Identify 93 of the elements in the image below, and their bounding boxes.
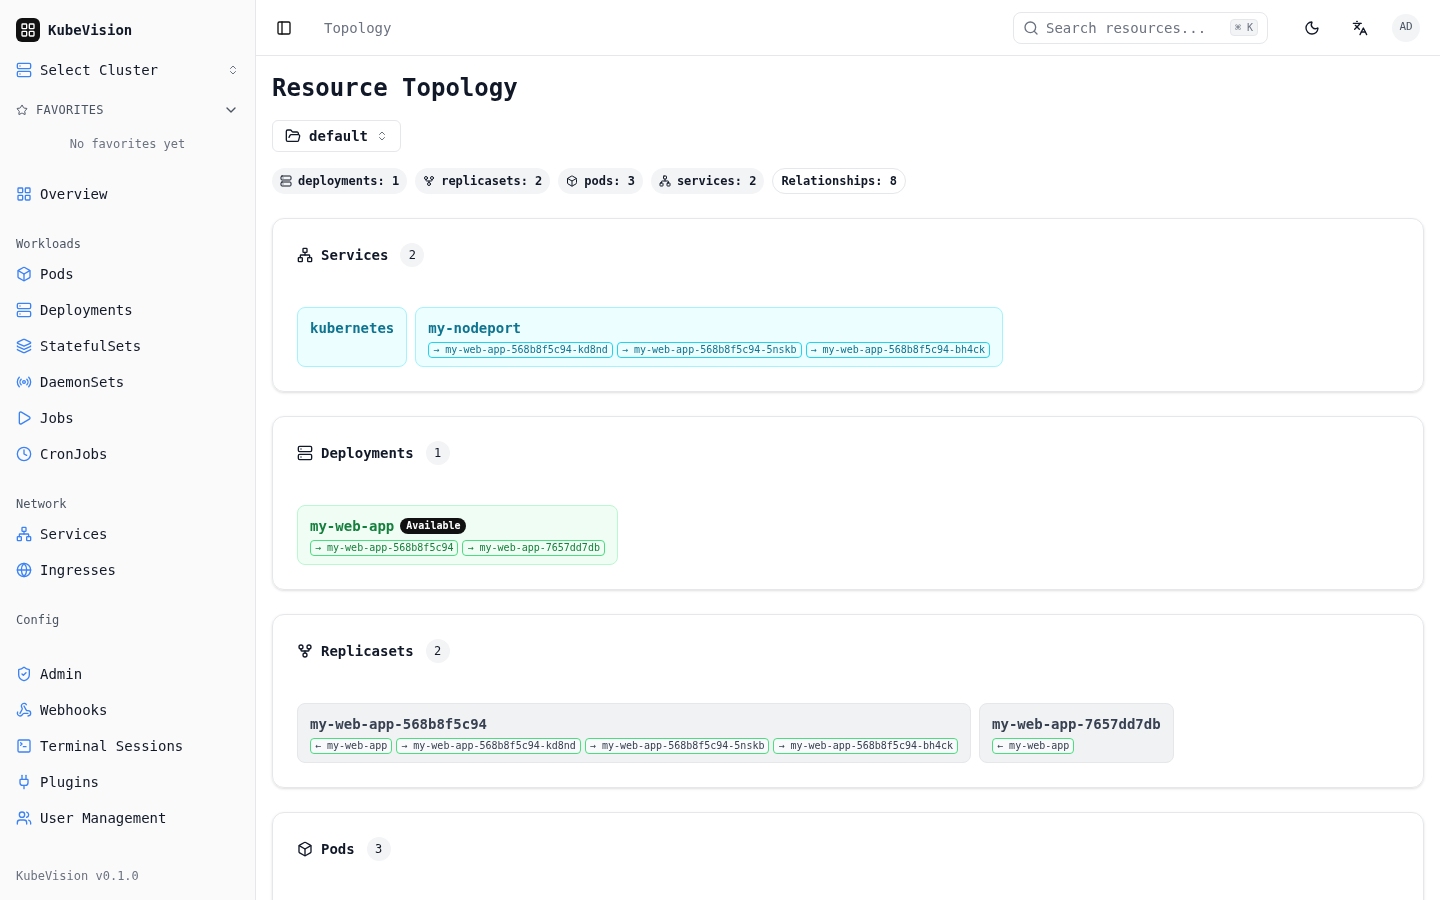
server-icon <box>280 175 292 187</box>
chevrons-icon <box>376 130 388 142</box>
count-badge: 2 <box>400 243 425 267</box>
cluster-select[interactable]: Select Cluster <box>0 52 255 88</box>
branch-icon <box>423 175 436 187</box>
count-badge: 3 <box>366 837 391 861</box>
star-icon <box>16 104 28 116</box>
sidebar-item[interactable]: Admin <box>0 656 255 692</box>
section-title: Replicasets <box>321 642 414 661</box>
sidebar-item[interactable]: Jobs <box>0 400 255 436</box>
resource-card[interactable]: my-nodeport → my-web-app-568b8f5c94-kd8nd → my-web-app-568b8f5c94-5nskb → my-web-app-568b8f5c94-bh4ck <box>415 307 1004 367</box>
moon-icon[interactable] <box>1304 19 1320 36</box>
cube-icon <box>16 266 32 282</box>
resource-card[interactable]: kubernetes <box>297 307 408 367</box>
favorites-header[interactable]: FAVORITES <box>0 92 255 128</box>
branch-icon <box>297 643 313 659</box>
sidebar-item[interactable]: Terminal Sessions <box>0 728 255 764</box>
namespace-select[interactable]: default <box>272 120 401 152</box>
resource-card[interactable]: my-web-app-568b8f5c94 ← my-web-app → my-web-app-568b8f5c94-kd8nd → my-web-app-568b8f5c94-5nskb → my-web-app-568b8f5c94-bh4ck <box>297 703 972 763</box>
server-icon <box>297 445 313 461</box>
empty-favorites-text: No favorites yet <box>68 136 187 153</box>
resource-name: my-nodeport <box>428 319 521 338</box>
relation-tag[interactable]: → my-web-app-7657dd7db <box>462 540 605 556</box>
stat-chip: services: 2 <box>650 168 765 194</box>
network-icon <box>297 247 313 263</box>
broadcast-icon <box>16 374 32 390</box>
sidebar-item[interactable]: StatefulSets <box>0 328 255 364</box>
avatar[interactable]: AD <box>1392 13 1420 42</box>
status-badge: Available <box>400 518 467 534</box>
network-icon <box>658 175 671 187</box>
sidebar-item[interactable]: DaemonSets <box>0 364 255 400</box>
folder-icon <box>285 128 301 144</box>
relation-tag[interactable]: → my-web-app-568b8f5c94-kd8nd <box>396 738 581 754</box>
server-icon <box>16 62 32 78</box>
terminal-icon <box>16 738 32 754</box>
breadcrumb: Topology <box>324 18 392 38</box>
translate-icon[interactable] <box>1352 19 1368 36</box>
sidebar-item[interactable]: Ingresses <box>0 552 255 588</box>
sidebar-item[interactable]: Pods <box>0 256 255 292</box>
cube-icon <box>297 841 313 857</box>
resource-name: my-web-app <box>310 517 395 536</box>
count-badge: 2 <box>425 639 450 663</box>
relation-tag[interactable]: → my-web-app-568b8f5c94-kd8nd <box>428 342 613 358</box>
clock-icon <box>16 446 32 462</box>
play-icon <box>16 410 32 426</box>
resource-name: kubernetes <box>310 319 395 338</box>
page-title: Resource Topology <box>272 73 519 104</box>
stat-chip: deployments: 1 <box>272 168 408 194</box>
sidebar-item[interactable]: Deployments <box>0 292 255 328</box>
globe-icon <box>16 562 32 578</box>
sidebar-item[interactable]: Webhooks <box>0 692 255 728</box>
search-icon <box>1023 19 1039 36</box>
resource-name: my-web-app-7657dd7db <box>992 715 1161 734</box>
count-badge: 1 <box>425 441 450 465</box>
relation-tag[interactable]: ← my-web-app <box>310 738 393 754</box>
app-name: KubeVision <box>48 21 133 40</box>
sidebar-item[interactable]: Services <box>0 516 255 552</box>
relation-tag[interactable]: → my-web-app-568b8f5c94-5nskb <box>616 342 802 358</box>
cube-icon <box>566 175 579 187</box>
logo-icon <box>16 18 40 42</box>
network-icon <box>16 526 32 542</box>
group-label: Network <box>15 496 68 513</box>
server-icon <box>16 302 32 318</box>
stat-chip: pods: 3 <box>558 168 643 194</box>
resource-name: my-web-app-568b8f5c94 <box>310 715 487 734</box>
relation-tag[interactable]: → my-web-app-568b8f5c94 <box>310 540 459 556</box>
sidebar-toggle-icon[interactable] <box>276 19 292 36</box>
sidebar-item[interactable]: Plugins <box>0 764 255 800</box>
grid-icon <box>16 186 32 202</box>
group-label: Config <box>15 612 61 629</box>
sidebar-item[interactable]: CronJobs <box>0 436 255 472</box>
section-title: Services <box>321 246 389 265</box>
relation-tag[interactable]: ← my-web-app <box>992 738 1075 754</box>
shield-icon <box>16 666 32 682</box>
shortcut-key: ⌘ K <box>1229 18 1258 36</box>
layers-icon <box>16 338 32 354</box>
resource-card[interactable]: my-web-app Available → my-web-app-568b8f5c94 → my-web-app-7657dd7db <box>297 505 618 565</box>
relation-tag[interactable]: → my-web-app-568b8f5c94-5nskb <box>584 738 770 754</box>
section-title: Pods <box>321 840 355 859</box>
webhook-icon <box>16 702 32 718</box>
users-icon <box>16 810 32 826</box>
group-label: Workloads <box>15 236 83 253</box>
resource-card[interactable]: my-web-app-7657dd7db ← my-web-app <box>979 703 1174 763</box>
relation-tag[interactable]: → my-web-app-568b8f5c94-bh4ck <box>805 342 991 358</box>
sidebar-item[interactable]: User Management <box>0 800 255 836</box>
stat-chip: Relationships: 8 <box>772 168 906 194</box>
version-text: KubeVision v0.1.0 <box>15 868 140 885</box>
chevrons-icon <box>227 64 239 76</box>
sidebar-item[interactable]: Overview <box>0 176 255 212</box>
plug-icon <box>16 774 32 790</box>
section-title: Deployments <box>321 444 414 463</box>
stat-chip: replicasets: 2 <box>415 168 551 194</box>
relation-tag[interactable]: → my-web-app-568b8f5c94-bh4ck <box>773 738 959 754</box>
